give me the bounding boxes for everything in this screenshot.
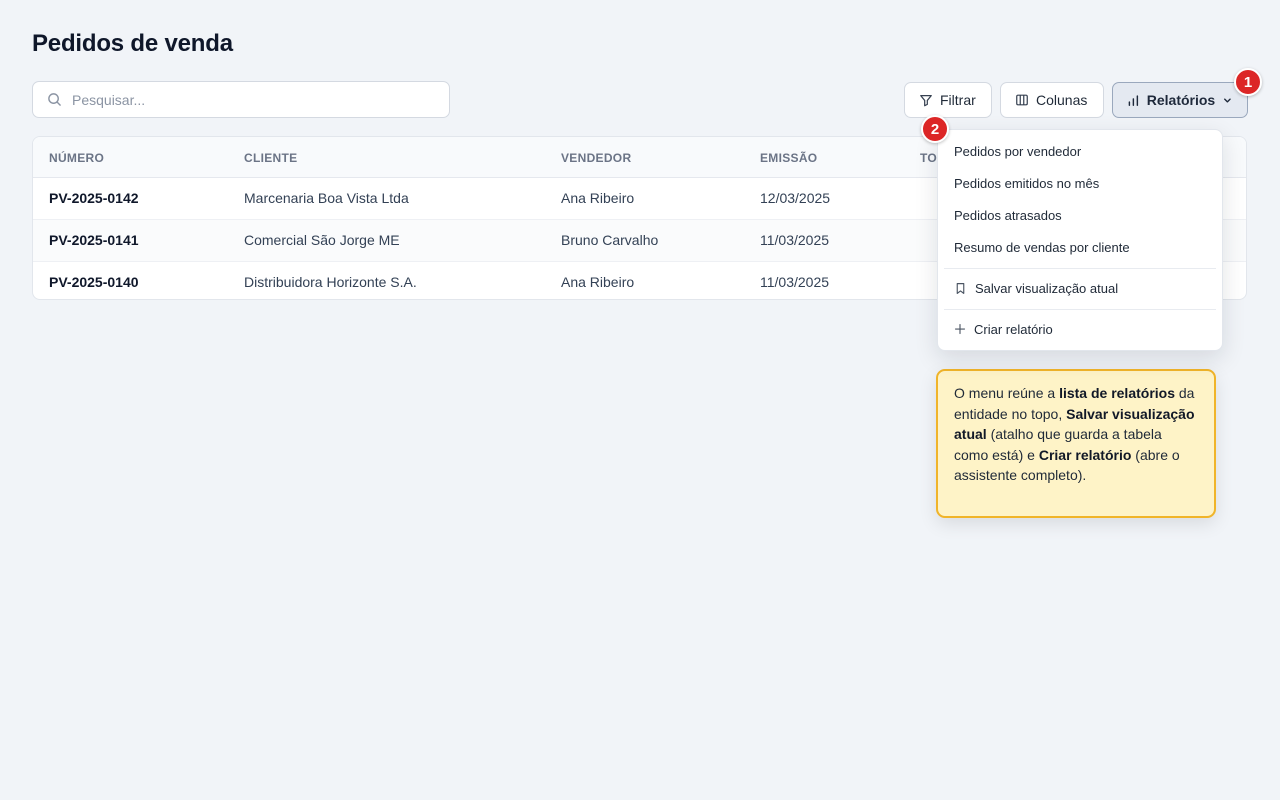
cell-numero: PV-2025-0140	[49, 274, 139, 290]
search-box[interactable]	[32, 81, 450, 118]
save-view-label: Salvar visualização atual	[975, 280, 1119, 296]
columns-button-label: Colunas	[1036, 92, 1088, 108]
page-title: Pedidos de venda	[32, 30, 233, 57]
menu-item-label: Pedidos atrasados	[954, 207, 1062, 223]
cell-numero: PV-2025-0142	[49, 190, 139, 206]
tooltip-text: O menu reúne a	[954, 385, 1060, 401]
menu-item-report[interactable]: Pedidos atrasados	[938, 200, 1222, 230]
header-cliente[interactable]: CLIENTE	[244, 151, 297, 165]
reports-button[interactable]: Relatórios	[1112, 82, 1248, 118]
search-input[interactable]	[70, 90, 414, 109]
filter-button[interactable]: Filtrar	[904, 82, 992, 118]
annotation-tooltip: O menu reúne a lista de relatórios da en…	[936, 369, 1216, 518]
bar-chart-icon	[1128, 94, 1139, 106]
create-report-label: Criar relatório	[974, 321, 1053, 337]
cell-vendedor: Ana Ribeiro	[561, 274, 635, 290]
tooltip-bold-text: Criar relatório	[1038, 446, 1132, 463]
menu-item-label: Pedidos por vendedor	[954, 143, 1082, 159]
menu-item-report[interactable]: Pedidos por vendedor	[938, 136, 1222, 166]
menu-divider	[944, 268, 1216, 269]
menu-item-label: Pedidos emitidos no mês	[954, 175, 1100, 191]
columns-button[interactable]: Colunas	[1000, 82, 1104, 118]
filter-icon	[920, 95, 932, 107]
tooltip-bold-text: lista de relatórios	[1059, 385, 1175, 401]
chevron-down-icon	[1224, 97, 1231, 103]
step-badge-2: 2	[921, 115, 949, 143]
step-badge-1: 1	[1234, 68, 1262, 96]
header-total[interactable]: TO	[920, 151, 937, 165]
cell-vendedor: Ana Ribeiro	[561, 190, 635, 206]
cell-cliente: Marcenaria Boa Vista Ltda	[244, 190, 409, 206]
search-icon	[48, 93, 61, 106]
cell-emissao: 11/03/2025	[760, 274, 830, 290]
menu-item-label: Resumo de vendas por cliente	[954, 239, 1130, 255]
cell-vendedor: Bruno Carvalho	[561, 232, 659, 248]
menu-item-report[interactable]: Resumo de vendas por cliente	[938, 232, 1222, 262]
cell-cliente: Comercial São Jorge ME	[244, 232, 400, 248]
cell-emissao: 11/03/2025	[760, 232, 830, 248]
header-vendedor[interactable]: VENDEDOR	[561, 151, 631, 165]
columns-icon	[1016, 94, 1028, 106]
cell-emissao: 12/03/2025	[760, 190, 831, 206]
menu-item-report[interactable]: Pedidos emitidos no mês	[938, 168, 1222, 198]
save-view-menu-item[interactable]: Salvar visualização atual	[938, 273, 1222, 303]
cell-cliente: Distribuidora Horizonte S.A.	[244, 274, 417, 290]
header-emissao[interactable]: EMISSÃO	[760, 151, 817, 165]
header-numero[interactable]: NÚMERO	[49, 151, 104, 165]
reports-button-label: Relatórios	[1146, 92, 1216, 108]
menu-divider	[944, 309, 1216, 310]
plus-icon	[954, 323, 966, 335]
create-report-menu-item[interactable]: Criar relatório	[938, 314, 1222, 344]
filter-button-label: Filtrar	[940, 92, 976, 108]
cell-numero: PV-2025-0141	[49, 232, 139, 248]
reports-dropdown-menu: Pedidos por vendedor Pedidos emitidos no…	[937, 129, 1223, 351]
bookmark-icon	[956, 282, 965, 294]
